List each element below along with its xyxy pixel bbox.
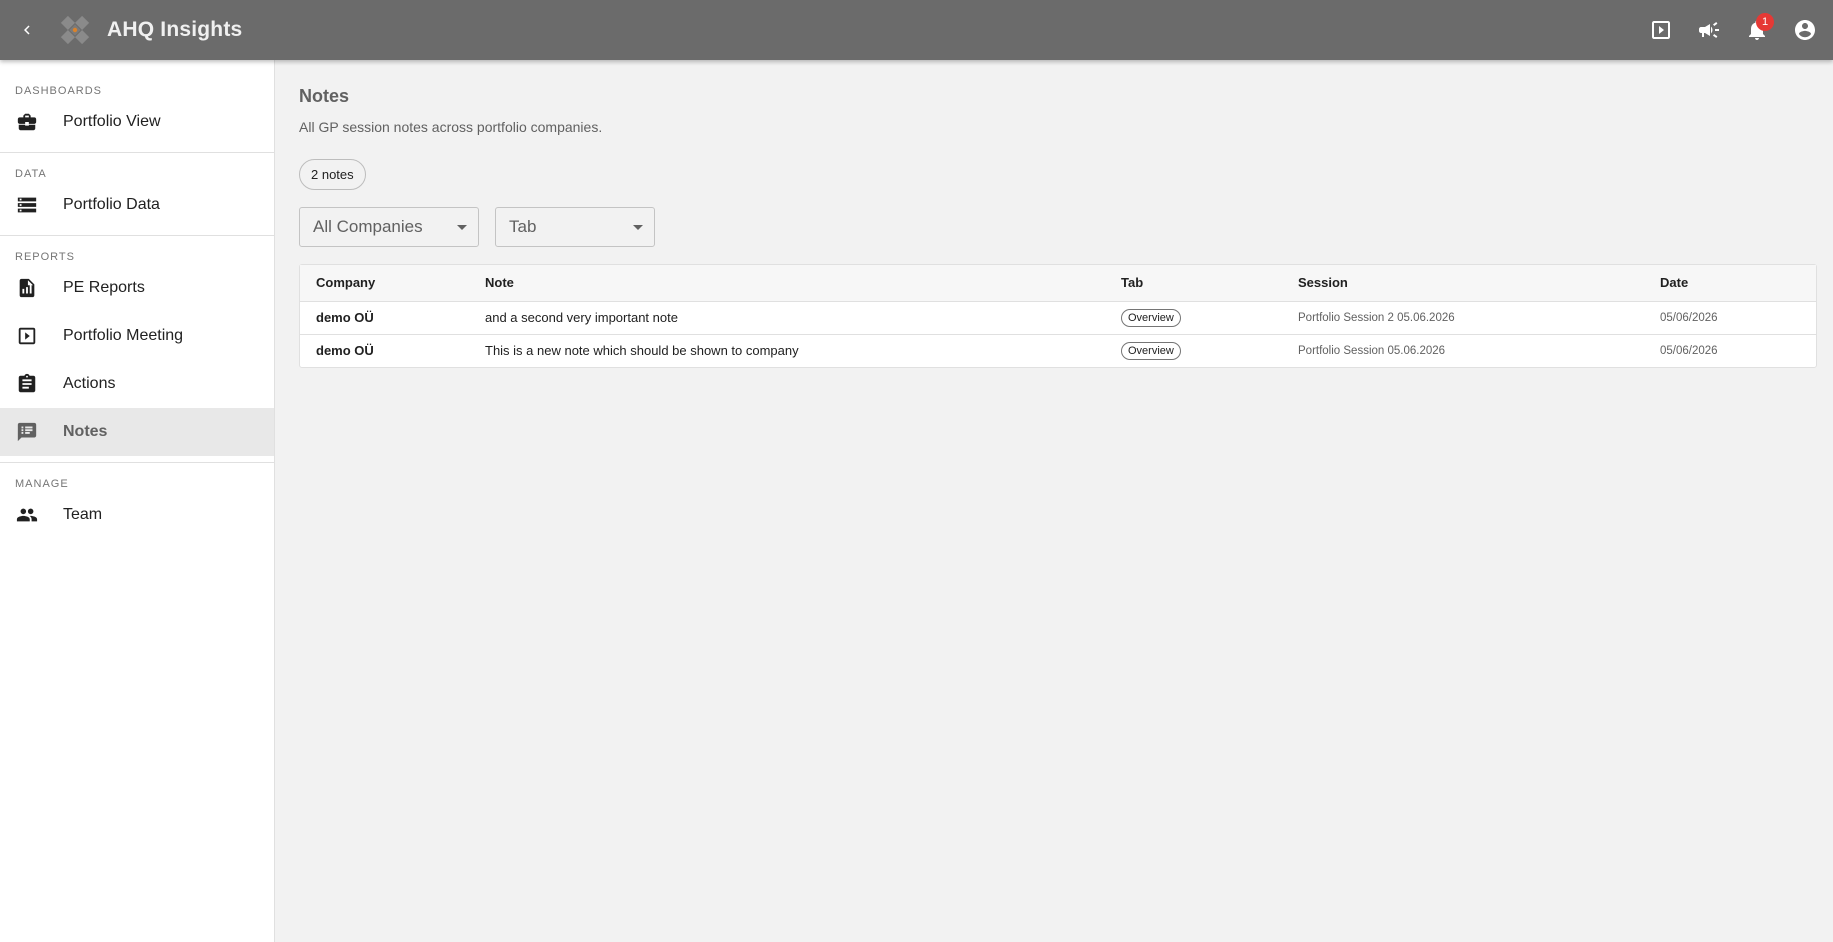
- page-title: Notes: [299, 86, 350, 106]
- cell-tab: Overview: [1105, 301, 1282, 334]
- tab-filter-select[interactable]: Tab: [495, 207, 655, 247]
- column-header-tab[interactable]: Tab: [1105, 265, 1282, 301]
- tab-filter-value: Tab: [509, 217, 537, 236]
- notifications-button[interactable]: 1: [1733, 6, 1781, 54]
- cell-date: 05/06/2026: [1660, 311, 1718, 324]
- table-row[interactable]: demo OÜ and a second very important note…: [300, 301, 1816, 334]
- section-label: REPORTS: [15, 251, 75, 263]
- company-filter-value: All Companies: [313, 217, 423, 236]
- sidebar-item-actions[interactable]: Actions: [0, 360, 274, 408]
- announcements-button[interactable]: [1685, 6, 1733, 54]
- cell-note: This is a new note which should be shown…: [485, 343, 799, 359]
- presentation-button[interactable]: [1637, 6, 1685, 54]
- logo: [55, 10, 95, 50]
- cell-date: 05/06/2026: [1660, 344, 1718, 357]
- sidebar-item-label: Portfolio Data: [63, 196, 160, 213]
- tab-chip: Overview: [1121, 308, 1181, 327]
- sidebar-item-portfolio-meeting[interactable]: Portfolio Meeting: [0, 312, 274, 360]
- sidebar-section-dashboards: DASHBOARDS Portfolio View: [0, 60, 274, 153]
- cell-session: Portfolio Session 05.06.2026: [1298, 344, 1446, 357]
- filters: All Companies Tab: [299, 207, 1817, 247]
- sidebar-item-portfolio-view[interactable]: Portfolio View: [0, 98, 274, 146]
- slideshow-icon: [1652, 21, 1670, 39]
- storage-icon: [15, 193, 39, 217]
- sidebar-item-portfolio-data[interactable]: Portfolio Data: [0, 181, 274, 229]
- sidebar-section-data: DATA Portfolio Data: [0, 153, 274, 236]
- notification-badge: 1: [1756, 13, 1774, 31]
- cell-note: and a second very important note: [485, 310, 678, 325]
- sidebar-item-label: Notes: [63, 423, 108, 440]
- notes-count-chip: 2 notes: [299, 159, 366, 190]
- assignment-icon: [15, 372, 39, 396]
- cell-company: demo OÜ: [316, 310, 374, 325]
- page-subtitle: All GP session notes across portfolio co…: [299, 119, 603, 135]
- report-icon: [15, 276, 39, 300]
- sidebar-item-notes[interactable]: Notes: [0, 408, 274, 456]
- section-label: MANAGE: [15, 478, 69, 490]
- company-filter-select[interactable]: All Companies: [299, 207, 479, 247]
- app-bar: AHQ Insights 1: [0, 0, 1833, 60]
- sidebar-item-label: Actions: [63, 375, 116, 392]
- sidebar-item-pe-reports[interactable]: PE Reports: [0, 264, 274, 312]
- people-icon: [15, 503, 39, 527]
- back-button[interactable]: [13, 16, 41, 44]
- account-icon: [1795, 20, 1815, 40]
- main-content: Notes All GP session notes across portfo…: [299, 60, 1817, 368]
- back-icon: [24, 25, 30, 35]
- table-row[interactable]: demo OÜ This is a new note which should …: [300, 334, 1816, 367]
- sidebar-item-label: Portfolio View: [63, 113, 161, 130]
- sidebar-item-label: Team: [63, 506, 103, 523]
- slideshow-icon: [15, 324, 39, 348]
- section-label: DASHBOARDS: [15, 85, 103, 97]
- sidebar-item-team[interactable]: Team: [0, 491, 274, 539]
- tab-chip: Overview: [1121, 341, 1181, 360]
- table-header-row: Company Note Tab Session Date: [300, 265, 1816, 301]
- announcement-icon: [1699, 22, 1719, 38]
- notes-table: Company Note Tab Session Date demo OÜ an…: [299, 264, 1817, 368]
- account-button[interactable]: [1781, 6, 1829, 54]
- sidebar: DASHBOARDS Portfolio View DATA Portfolio…: [0, 60, 275, 942]
- column-header-session[interactable]: Session: [1282, 265, 1644, 301]
- column-header-date[interactable]: Date: [1644, 265, 1816, 301]
- app-title: AHQ Insights: [107, 18, 243, 41]
- section-label: DATA: [15, 168, 47, 180]
- sidebar-section-reports: REPORTS PE Reports Portfolio Meeting Act…: [0, 236, 274, 463]
- column-header-company[interactable]: Company: [300, 265, 469, 301]
- dropdown-arrow-icon: [633, 224, 643, 230]
- dropdown-arrow-icon: [457, 224, 467, 230]
- notes-icon: [15, 420, 39, 444]
- sidebar-item-label: PE Reports: [63, 279, 145, 296]
- sidebar-section-manage: MANAGE Team: [0, 463, 274, 545]
- cell-tab: Overview: [1105, 334, 1282, 367]
- cell-session: Portfolio Session 2 05.06.2026: [1298, 311, 1455, 324]
- column-header-note[interactable]: Note: [469, 265, 1105, 301]
- cell-company: demo OÜ: [316, 343, 374, 359]
- briefcase-icon: [15, 110, 39, 134]
- sidebar-item-label: Portfolio Meeting: [63, 327, 184, 344]
